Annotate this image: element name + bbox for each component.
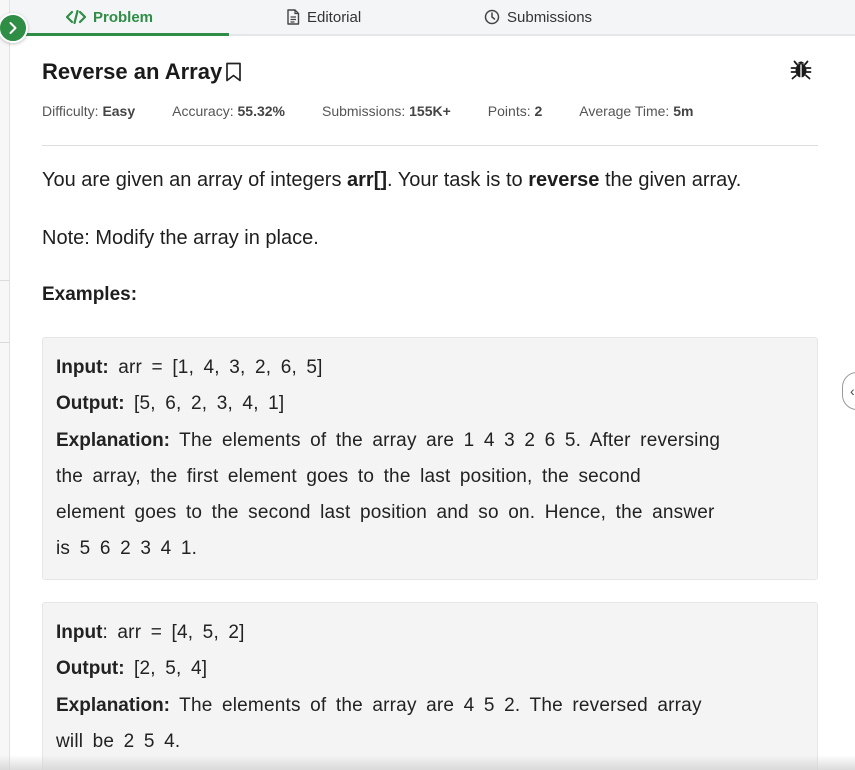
meta-value: 5m	[673, 103, 694, 119]
meta-submissions: Submissions: 155K+	[322, 103, 451, 119]
bookmark-button[interactable]	[225, 62, 242, 82]
input-label: Input:	[56, 357, 109, 378]
example-input: Input: arr = [1, 4, 3, 2, 6, 5]	[56, 350, 804, 386]
explanation-text: the array, the first element goes to the…	[56, 465, 641, 487]
explanation-label: Explanation:	[56, 694, 171, 716]
input-value: arr = [1, 4, 3, 2, 6, 5]	[108, 357, 323, 378]
report-bug-button[interactable]	[790, 58, 812, 85]
statement-text: the given array.	[599, 169, 742, 191]
tab-submissions-label: Submissions	[507, 8, 593, 26]
example-box: Input: arr = [1, 4, 3, 2, 6, 5] Output: …	[42, 337, 818, 580]
left-rail	[0, 0, 10, 770]
meta-value: Easy	[102, 103, 136, 119]
statement-text: You are given an array of integers	[42, 169, 348, 191]
output-label: Output:	[56, 393, 125, 415]
meta-difficulty: Difficulty: Easy	[42, 103, 135, 119]
rail-divider	[0, 280, 10, 281]
problem-statement: You are given an array of integers arr[]…	[42, 169, 741, 192]
expand-panel-button[interactable]	[0, 13, 28, 43]
output-value: [2, 5, 4]	[124, 658, 208, 680]
input-value: : arr = [4, 5, 2]	[102, 622, 245, 643]
meta-label: Accuracy:	[172, 103, 234, 119]
meta-label: Submissions:	[321, 103, 406, 119]
statement-arr: arr[]	[347, 169, 388, 191]
rail-divider	[0, 342, 10, 343]
active-tab-indicator	[22, 33, 229, 36]
explanation-text: element goes to the second last position…	[56, 502, 715, 524]
problem-meta: Difficulty: Easy Accuracy: 55.32% Submis…	[42, 103, 730, 119]
clock-icon	[484, 9, 500, 25]
meta-average-time: Average Time: 5m	[579, 103, 693, 119]
tab-editorial-label: Editorial	[307, 8, 362, 26]
bottom-fade	[0, 755, 855, 770]
tab-submissions[interactable]: Submissions	[484, 0, 592, 34]
chevron-left-icon: ‹	[850, 383, 855, 399]
bookmark-icon	[226, 62, 242, 82]
document-icon	[287, 9, 300, 25]
explanation-text: The elements of the array are 1 4 3 2 6 …	[170, 429, 721, 451]
example-input: Input: arr = [4, 5, 2]	[56, 615, 804, 651]
example-explanation: Explanation: The elements of the array a…	[56, 423, 804, 459]
meta-value: 155K+	[409, 103, 451, 119]
output-value: [5, 6, 2, 3, 4, 1]	[124, 393, 285, 415]
tab-problem[interactable]: Problem	[66, 0, 153, 34]
tab-problem-label: Problem	[93, 8, 154, 26]
meta-accuracy: Accuracy: 55.32%	[172, 103, 285, 119]
problem-title: Reverse an Array	[42, 59, 223, 84]
explanation-text: The elements of the array are 4 5 2. The…	[170, 694, 702, 716]
meta-label: Average Time:	[579, 103, 670, 119]
output-label: Output:	[56, 658, 125, 680]
meta-label: Difficulty:	[42, 103, 99, 119]
meta-points: Points: 2	[488, 103, 543, 119]
example-explanation: Explanation: The elements of the array a…	[56, 688, 804, 724]
statement-reverse: reverse	[528, 169, 600, 191]
meta-label: Points:	[487, 103, 531, 119]
resize-handle[interactable]: ‹	[842, 372, 855, 410]
example-output: Output: [2, 5, 4]	[56, 651, 804, 687]
example-box: Input: arr = [4, 5, 2] Output: [2, 5, 4]…	[42, 602, 818, 770]
meta-value: 55.32%	[237, 103, 285, 119]
meta-value: 2	[534, 103, 543, 119]
chevron-right-icon	[9, 22, 17, 34]
tab-editorial[interactable]: Editorial	[286, 0, 361, 34]
problem-note: Note: Modify the array in place.	[42, 227, 319, 249]
code-icon	[66, 10, 86, 24]
title-row: Reverse an Array	[42, 58, 818, 86]
input-label: Input	[56, 622, 103, 643]
tab-bar: Problem Editorial Submissions	[10, 0, 855, 36]
bug-icon	[790, 60, 812, 80]
explanation-text: is 5 6 2 3 4 1.	[56, 538, 198, 560]
statement-text: . Your task is to	[387, 169, 529, 191]
divider	[42, 145, 818, 146]
explanation-label: Explanation:	[56, 429, 171, 451]
example-output: Output: [5, 6, 2, 3, 4, 1]	[56, 386, 804, 422]
examples-heading: Examples:	[42, 284, 138, 305]
